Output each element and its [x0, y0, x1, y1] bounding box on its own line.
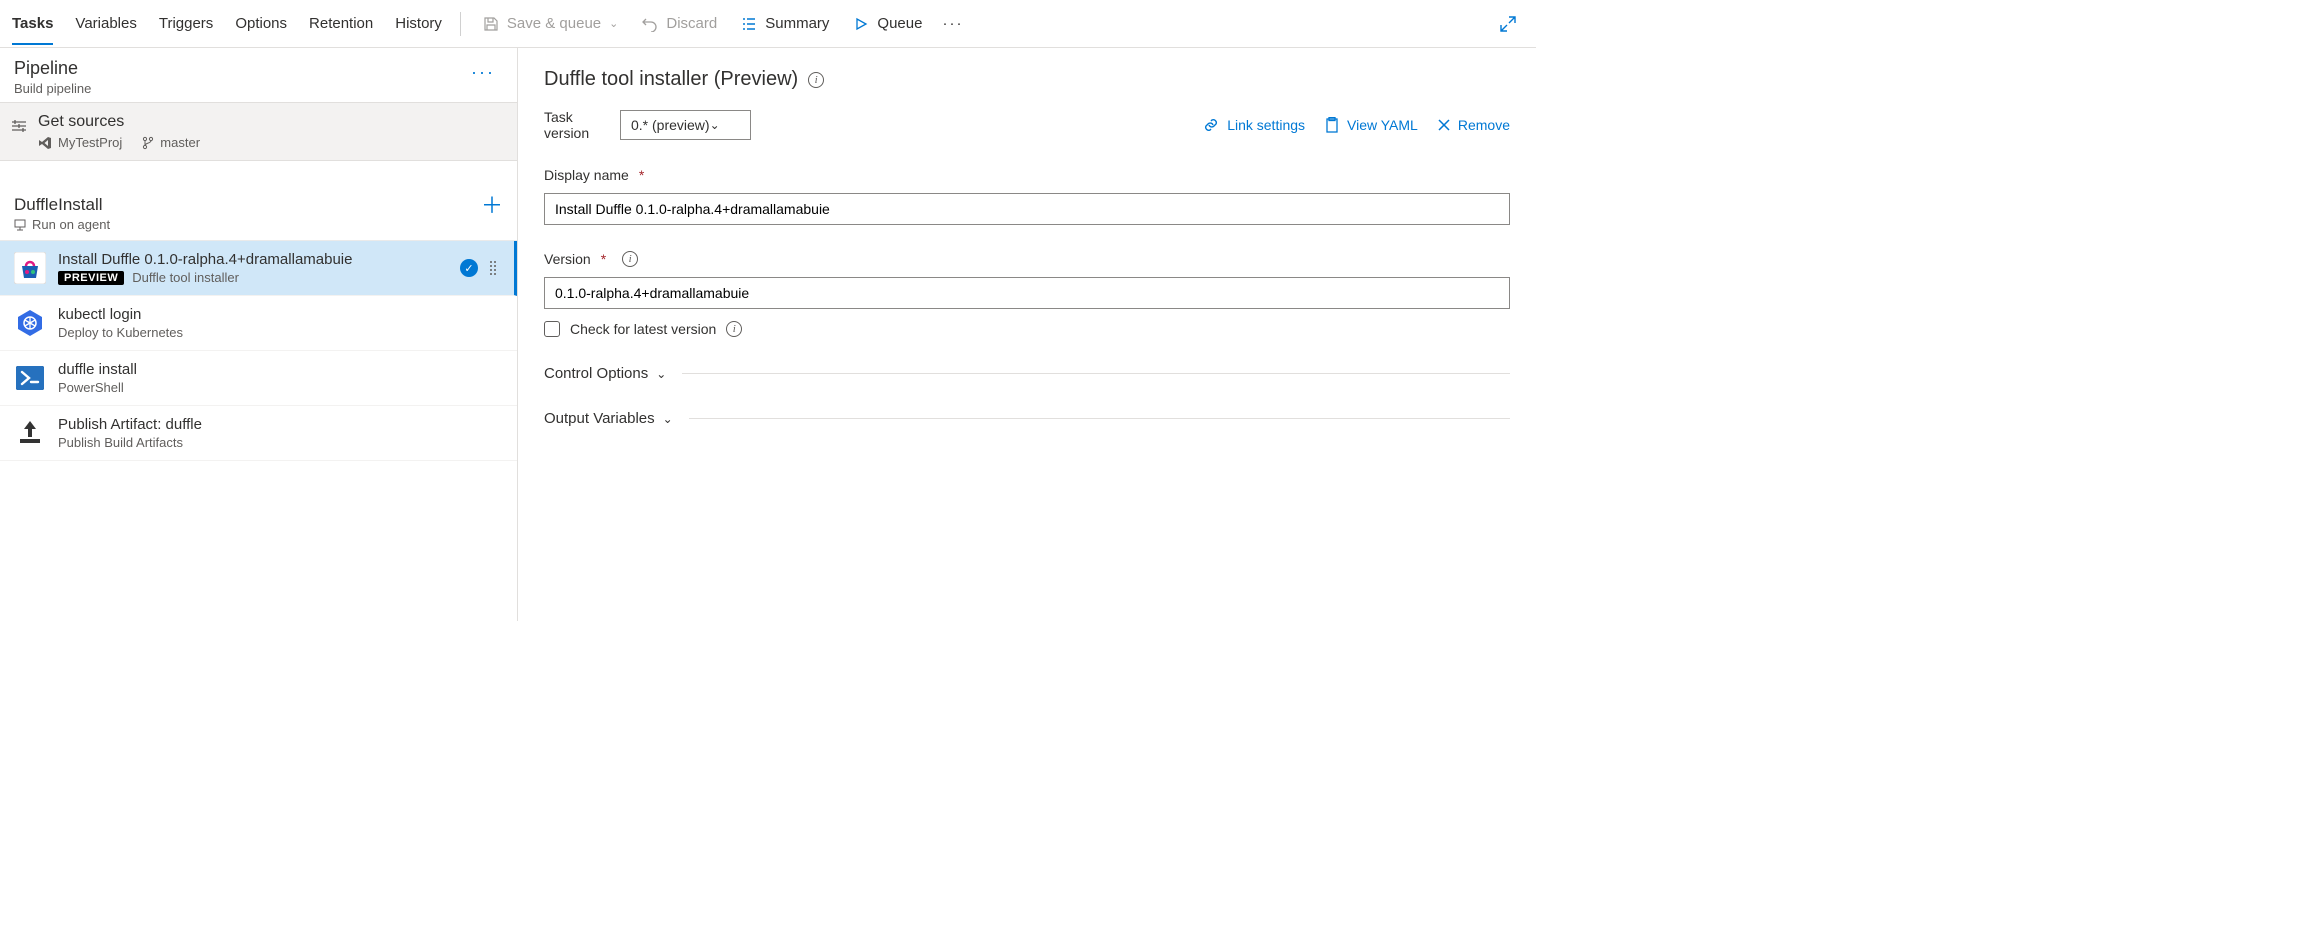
add-task-button[interactable]: ＋ [481, 195, 503, 217]
view-yaml-button[interactable]: View YAML [1325, 117, 1418, 133]
pipeline-subtitle: Build pipeline [14, 81, 91, 96]
tab-history[interactable]: History [395, 3, 442, 44]
get-sources-title: Get sources [38, 113, 200, 131]
expand-icon[interactable] [1500, 16, 1516, 32]
task-row[interactable]: Publish Artifact: duffle Publish Build A… [0, 406, 517, 461]
drag-handle-icon[interactable] [490, 261, 500, 275]
link-settings-label: Link settings [1227, 117, 1305, 133]
check-latest-checkbox[interactable] [544, 321, 560, 337]
save-and-queue-label: Save & queue [507, 15, 601, 32]
remove-label: Remove [1458, 117, 1510, 133]
link-icon [1203, 118, 1219, 132]
task-list: Install Duffle 0.1.0-ralpha.4+dramallama… [0, 241, 517, 461]
repo-meta: MyTestProj [38, 135, 122, 150]
output-variables-section[interactable]: Output Variables ⌄ [544, 410, 1510, 427]
toolbar-separator [460, 12, 461, 36]
more-actions-button[interactable]: ··· [938, 9, 967, 38]
task-icon [14, 307, 46, 339]
pipeline-more-button[interactable]: ··· [463, 58, 503, 87]
repo-name: MyTestProj [58, 135, 122, 150]
link-settings-button[interactable]: Link settings [1203, 117, 1305, 133]
clipboard-icon [1325, 117, 1339, 133]
task-name: Install Duffle 0.1.0-ralpha.4+dramallama… [58, 251, 448, 268]
version-label: Version [544, 251, 591, 267]
close-icon [1438, 119, 1450, 131]
task-version-select[interactable]: 0.* (preview) ⌄ [620, 110, 751, 140]
view-yaml-label: View YAML [1347, 117, 1418, 133]
remove-button[interactable]: Remove [1438, 117, 1510, 133]
pipeline-title: Pipeline [14, 58, 91, 79]
task-row[interactable]: Install Duffle 0.1.0-ralpha.4+dramallama… [0, 241, 517, 296]
branch-icon [142, 136, 154, 150]
agent-job-name: DuffleInstall [14, 195, 110, 215]
version-input[interactable] [544, 277, 1510, 309]
save-and-queue-button[interactable]: Save & queue ⌄ [479, 9, 622, 38]
undo-icon [642, 16, 658, 32]
branch-meta: master [142, 135, 200, 150]
task-detail-pane: Duffle tool installer (Preview) i Task v… [518, 48, 1536, 621]
vs-icon [38, 136, 52, 150]
chevron-down-icon: ⌄ [710, 118, 720, 132]
list-icon [741, 16, 757, 32]
tab-options[interactable]: Options [235, 3, 287, 44]
discard-label: Discard [666, 15, 717, 32]
required-marker: * [639, 167, 644, 183]
info-icon[interactable]: i [622, 251, 638, 267]
task-name: kubectl login [58, 306, 503, 323]
chevron-down-icon: ⌄ [656, 367, 666, 381]
task-desc: Deploy to Kubernetes [58, 325, 183, 340]
task-name: Publish Artifact: duffle [58, 416, 503, 433]
check-icon: ✓ [460, 259, 478, 277]
task-name: duffle install [58, 361, 503, 378]
info-icon[interactable]: i [726, 321, 742, 337]
task-desc: Duffle tool installer [132, 270, 239, 285]
task-desc: PowerShell [58, 380, 124, 395]
pipeline-left-pane: Pipeline Build pipeline ··· Get sources … [0, 48, 518, 621]
discard-button[interactable]: Discard [638, 9, 721, 38]
summary-label: Summary [765, 15, 829, 32]
get-sources-row[interactable]: Get sources MyTestProj master [0, 103, 517, 161]
task-detail-title-text: Duffle tool installer (Preview) [544, 68, 798, 91]
task-row[interactable]: kubectl login Deploy to Kubernetes [0, 296, 517, 351]
agent-icon [14, 219, 26, 231]
info-icon[interactable]: i [808, 72, 824, 88]
control-options-section[interactable]: Control Options ⌄ [544, 365, 1510, 382]
required-marker: * [601, 251, 606, 267]
task-icon [14, 417, 46, 449]
branch-name: master [160, 135, 200, 150]
chevron-down-icon: ⌄ [609, 17, 618, 30]
task-icon [14, 252, 46, 284]
task-version-label: Task version [544, 109, 600, 141]
sources-icon [10, 117, 28, 135]
agent-job-header[interactable]: DuffleInstall Run on agent ＋ [0, 181, 517, 241]
pipeline-header[interactable]: Pipeline Build pipeline ··· [0, 48, 517, 103]
preview-badge: PREVIEW [58, 271, 124, 285]
queue-button[interactable]: Queue [849, 9, 926, 38]
agent-job-sub: Run on agent [32, 217, 110, 232]
tab-triggers[interactable]: Triggers [159, 3, 213, 44]
save-icon [483, 16, 499, 32]
queue-label: Queue [877, 15, 922, 32]
chevron-down-icon: ⌄ [663, 412, 673, 426]
tab-tasks[interactable]: Tasks [12, 3, 53, 44]
summary-button[interactable]: Summary [737, 9, 833, 38]
task-version-value: 0.* (preview) [631, 117, 710, 133]
display-name-input[interactable] [544, 193, 1510, 225]
display-name-label: Display name [544, 167, 629, 183]
task-desc: Publish Build Artifacts [58, 435, 183, 450]
tab-retention[interactable]: Retention [309, 3, 373, 44]
pipeline-tabbar: Tasks Variables Triggers Options Retenti… [0, 0, 1536, 48]
task-detail-title: Duffle tool installer (Preview) i [544, 68, 1510, 91]
output-variables-label: Output Variables [544, 410, 655, 427]
play-icon [853, 16, 869, 32]
task-icon [14, 362, 46, 394]
tab-variables[interactable]: Variables [75, 3, 136, 44]
check-latest-label: Check for latest version [570, 321, 716, 337]
control-options-label: Control Options [544, 365, 648, 382]
task-row[interactable]: duffle install PowerShell [0, 351, 517, 406]
